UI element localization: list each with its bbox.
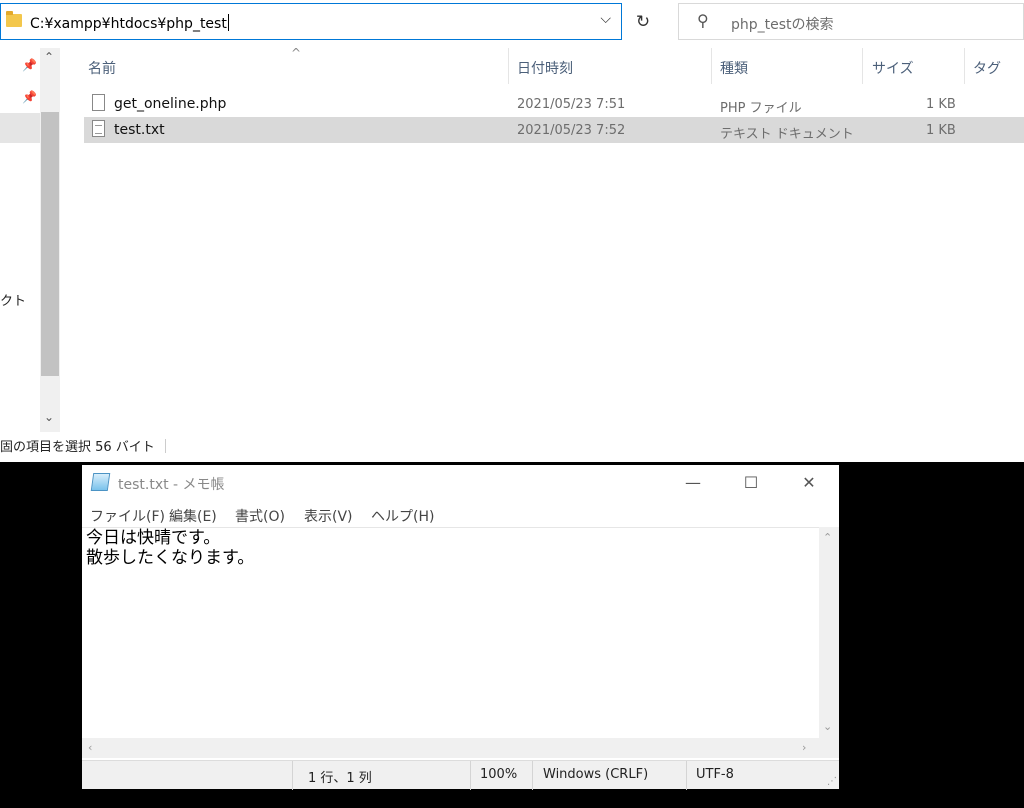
menu-format[interactable]: 書式(O) [235,506,285,526]
file-row[interactable]: get_oneline.php 2021/05/23 7:51 PHP ファイル… [84,91,1024,117]
status-divider [686,761,687,790]
scroll-down-icon[interactable]: ⌄ [823,720,832,733]
line-ending: Windows (CRLF) [543,767,649,782]
minimize-button[interactable]: — [670,469,716,497]
explorer-status-bar: 固の項目を選択 56 バイト [0,436,166,455]
file-explorer-window: C:¥xampp¥htdocs¥php_test ⌵ ↻ ⚲ php_testの… [0,0,1024,462]
refresh-button[interactable]: ↻ [628,7,658,37]
status-divider [532,761,533,790]
status-divider [470,761,471,790]
document-content[interactable]: 今日は快晴です。 散歩したくなります。 [86,528,254,568]
file-name[interactable]: get_oneline.php [114,96,226,112]
column-divider[interactable] [508,48,509,84]
status-divider [292,761,293,790]
file-type: PHP ファイル [720,101,802,116]
file-name[interactable]: test.txt [114,122,165,138]
pin-icon[interactable]: 📌 [22,58,37,72]
text-file-icon [92,120,105,137]
column-divider[interactable] [711,48,712,84]
column-tags[interactable]: タグ [973,58,1001,78]
address-path-text[interactable]: C:¥xampp¥htdocs¥php_test [30,14,229,32]
scroll-down-icon[interactable]: ⌄ [44,410,54,424]
scrollbar-thumb[interactable] [41,112,59,376]
cursor-position: 1 行、1 列 [308,771,372,786]
nav-item-label[interactable]: クト [0,290,26,309]
notepad-icon [90,473,111,491]
chevron-down-icon[interactable]: ⌵ [600,11,611,27]
scroll-right-icon[interactable]: › [802,741,806,754]
file-size: 1 KB [926,97,956,112]
selection-status: 固の項目を選択 56 バイト [0,440,155,455]
menu-file[interactable]: ファイル(F) [90,506,165,526]
resize-grip-icon[interactable]: ⋰ [827,776,837,787]
sort-ascending-icon: ^ [291,46,302,60]
nav-scrollbar[interactable]: ⌃ ⌄ [40,48,60,432]
column-type[interactable]: 種類 [720,58,748,78]
title-bar[interactable]: test.txt - メモ帳 — ☐ ✕ [82,465,839,501]
column-divider[interactable] [862,48,863,84]
address-bar[interactable]: C:¥xampp¥htdocs¥php_test ⌵ [0,3,622,40]
text-editor-area[interactable]: 今日は快晴です。 散歩したくなります。 [82,527,819,739]
php-file-icon [92,94,105,111]
maximize-button[interactable]: ☐ [728,469,774,497]
menu-help[interactable]: ヘルプ(H) [371,506,434,526]
search-icon: ⚲ [697,11,709,30]
scrollbar-corner [819,738,839,758]
scroll-left-icon[interactable]: ‹ [88,741,92,754]
menu-view[interactable]: 表示(V) [304,506,353,526]
close-button[interactable]: ✕ [786,469,832,497]
nav-item-selected[interactable] [0,113,40,143]
search-placeholder[interactable]: php_testの検索 [731,14,834,34]
file-size: 1 KB [926,123,956,138]
column-size[interactable]: サイズ [872,58,914,78]
file-date: 2021/05/23 7:51 [517,97,626,112]
encoding: UTF-8 [696,767,734,782]
horizontal-scrollbar[interactable]: ‹ › [82,738,819,758]
vertical-scrollbar[interactable]: ⌃ ⌄ [819,527,839,738]
column-name[interactable]: 名前 [88,58,116,78]
column-header: ^ 名前 日付時刻 種類 サイズ タグ [84,46,1024,84]
column-divider[interactable] [964,48,965,84]
column-date[interactable]: 日付時刻 [517,58,573,78]
menu-bar: ファイル(F) 編集(E) 書式(O) 表示(V) ヘルプ(H) [82,501,839,527]
scroll-up-icon[interactable]: ⌃ [823,531,832,544]
folder-icon [6,11,22,27]
notepad-status-bar: 1 行、1 列 100% Windows (CRLF) UTF-8 ⋰ [82,760,839,790]
file-row-selected[interactable]: test.txt 2021/05/23 7:52 テキスト ドキュメント 1 K… [84,117,1024,143]
menu-edit[interactable]: 編集(E) [169,506,217,526]
search-box[interactable]: ⚲ php_testの検索 [678,3,1024,40]
file-type: テキスト ドキュメント [720,127,854,142]
file-date: 2021/05/23 7:52 [517,123,626,138]
window-title: test.txt - メモ帳 [118,477,225,493]
scroll-up-icon[interactable]: ⌃ [44,50,54,64]
zoom-level: 100% [480,767,518,782]
notepad-window: test.txt - メモ帳 — ☐ ✕ ファイル(F) 編集(E) 書式(O)… [82,465,839,790]
pin-icon[interactable]: 📌 [22,90,37,104]
